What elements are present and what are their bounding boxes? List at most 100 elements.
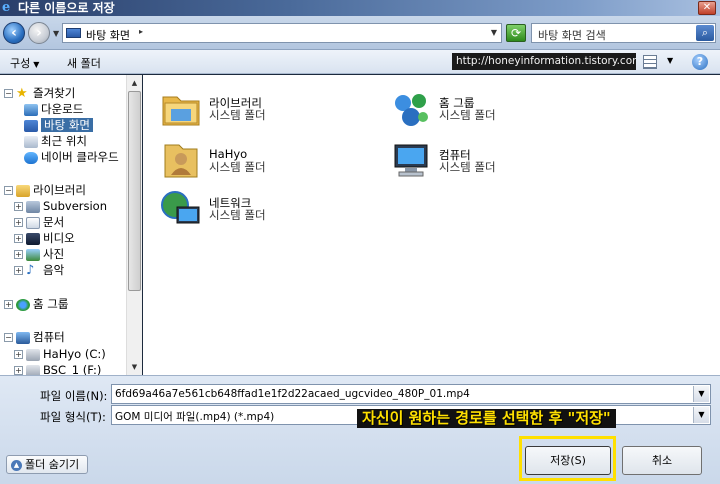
collapse-icon[interactable]: − bbox=[4, 333, 13, 342]
drive-icon bbox=[26, 364, 40, 375]
search-icon[interactable]: ⌕ bbox=[696, 25, 714, 41]
organize-button[interactable]: 구성 ▼ bbox=[10, 55, 39, 71]
nav-drive-f[interactable]: + BSC_1 (F:) bbox=[14, 362, 101, 375]
organize-label: 구성 bbox=[10, 57, 31, 70]
watermark-url: http://honeyinformation.tistory.com bbox=[452, 53, 636, 70]
filename-label: 파일 이름(N): bbox=[40, 389, 108, 403]
filename-field[interactable]: 6fd69a46a7e561cb648ffad1e1f2d22acaed_ugc… bbox=[111, 384, 711, 404]
homegroup-icon bbox=[16, 298, 30, 311]
library-icon bbox=[16, 184, 30, 197]
nav-documents-label: 문서 bbox=[43, 215, 65, 229]
nav-naver-cloud-label: 네이버 클라우드 bbox=[41, 150, 119, 164]
item-type: 시스템 폴더 bbox=[209, 108, 266, 122]
library-icon bbox=[162, 96, 200, 126]
nav-naver-cloud[interactable]: 네이버 클라우드 bbox=[24, 149, 119, 165]
scroll-down-icon[interactable]: ▼ bbox=[128, 360, 141, 374]
nav-homegroup[interactable]: + 홈 그룹 bbox=[4, 296, 68, 312]
desktop-icon bbox=[24, 119, 38, 132]
expand-icon[interactable]: + bbox=[14, 250, 23, 259]
scroll-thumb[interactable] bbox=[128, 91, 141, 291]
chevron-right-icon[interactable]: ▸ bbox=[139, 27, 143, 36]
nav-drive-c-label: HaHyo (C:) bbox=[43, 347, 106, 361]
address-location[interactable]: 바탕 화면 bbox=[86, 27, 130, 43]
nav-subversion[interactable]: + Subversion bbox=[14, 198, 107, 214]
filename-value[interactable]: 6fd69a46a7e561cb648ffad1e1f2d22acaed_ugc… bbox=[115, 388, 470, 400]
expand-icon[interactable]: + bbox=[14, 234, 23, 243]
chevron-down-icon[interactable]: ▼ bbox=[693, 407, 709, 423]
back-button[interactable]: ‹ bbox=[3, 22, 25, 44]
filetype-label: 파일 형식(T): bbox=[40, 410, 106, 424]
close-button[interactable]: ✕ bbox=[698, 1, 716, 15]
network-icon bbox=[161, 191, 200, 224]
search-input[interactable]: 바탕 화면 검색 ⌕ bbox=[531, 23, 716, 43]
hide-folders-label: 폴더 숨기기 bbox=[25, 458, 80, 471]
refresh-button[interactable]: ⟳ bbox=[506, 24, 526, 42]
chevron-down-icon[interactable]: ▼ bbox=[693, 386, 709, 402]
list-item[interactable]: 라이브러리 시스템 폴더 bbox=[159, 87, 369, 135]
nav-recent[interactable]: 최근 위치 bbox=[24, 133, 87, 149]
file-list: 라이브러리 시스템 폴더 홈 그룹 시스템 폴더 HaHyo 시스템 폴더 컴퓨… bbox=[143, 75, 720, 375]
star-icon: ★ bbox=[16, 85, 28, 101]
nav-drive-f-label: BSC_1 (F:) bbox=[43, 363, 102, 375]
address-field[interactable]: 바탕 화면 ▸ ▼ bbox=[62, 23, 502, 43]
chevron-down-icon[interactable]: ▼ bbox=[491, 28, 497, 37]
nav-downloads-label: 다운로드 bbox=[41, 102, 84, 116]
expand-icon[interactable]: + bbox=[14, 202, 23, 211]
new-folder-button[interactable]: 새 폴더 bbox=[67, 55, 101, 71]
nav-libraries[interactable]: − 라이브러리 bbox=[4, 182, 86, 198]
nav-documents[interactable]: + 문서 bbox=[14, 214, 64, 230]
documents-icon bbox=[26, 216, 40, 229]
nav-music[interactable]: + ♪ 음악 bbox=[14, 262, 64, 278]
ie-icon: e bbox=[2, 0, 11, 15]
nav-favorites[interactable]: − ★ 즐겨찾기 bbox=[4, 85, 75, 101]
save-panel: 파일 이름(N): 6fd69a46a7e561cb648ffad1e1f2d2… bbox=[0, 375, 720, 484]
downloads-icon bbox=[24, 103, 38, 116]
nav-favorites-label: 즐겨찾기 bbox=[33, 86, 76, 100]
nav-drive-c[interactable]: + HaHyo (C:) bbox=[14, 346, 106, 362]
nav-desktop[interactable]: 바탕 화면 bbox=[24, 117, 93, 133]
view-icon[interactable] bbox=[643, 55, 657, 69]
subversion-icon bbox=[26, 200, 40, 213]
nav-videos[interactable]: + 비디오 bbox=[14, 230, 75, 246]
recent-places-icon bbox=[24, 135, 38, 148]
list-item[interactable]: HaHyo 시스템 폴더 bbox=[159, 139, 369, 187]
forward-button[interactable]: › bbox=[28, 22, 50, 44]
item-type: 시스템 폴더 bbox=[209, 208, 266, 222]
recent-pages-dropdown[interactable]: ▼ bbox=[53, 29, 59, 38]
nav-pictures-label: 사진 bbox=[43, 247, 65, 261]
list-item[interactable]: 홈 그룹 시스템 폴더 bbox=[389, 87, 599, 135]
collapse-icon[interactable]: − bbox=[4, 186, 13, 195]
pictures-icon bbox=[26, 248, 40, 261]
nav-computer[interactable]: − 컴퓨터 bbox=[4, 329, 65, 345]
nav-desktop-label: 바탕 화면 bbox=[41, 118, 93, 132]
nav-libraries-label: 라이브러리 bbox=[33, 183, 86, 197]
scroll-up-icon[interactable]: ▲ bbox=[128, 76, 141, 90]
cloud-icon bbox=[24, 151, 38, 164]
nav-computer-label: 컴퓨터 bbox=[33, 330, 65, 344]
nav-pictures[interactable]: + 사진 bbox=[14, 246, 64, 262]
view-dropdown[interactable]: ▼ bbox=[667, 56, 673, 65]
nav-downloads[interactable]: 다운로드 bbox=[24, 101, 83, 117]
list-item[interactable]: 네트워크 시스템 폴더 bbox=[159, 187, 369, 235]
expand-icon[interactable]: + bbox=[14, 350, 23, 359]
help-icon[interactable]: ? bbox=[692, 54, 708, 70]
computer-icon bbox=[16, 331, 30, 344]
save-button[interactable]: 저장(S) bbox=[525, 446, 611, 475]
title-bar: e 다른 이름으로 저장 ✕ bbox=[0, 0, 720, 16]
list-item[interactable]: 컴퓨터 시스템 폴더 bbox=[389, 139, 599, 187]
expand-icon[interactable]: + bbox=[14, 266, 23, 275]
nav-recent-label: 최근 위치 bbox=[41, 134, 87, 148]
item-type: 시스템 폴더 bbox=[439, 108, 496, 122]
collapse-icon[interactable]: − bbox=[4, 89, 13, 98]
cancel-button[interactable]: 취소 bbox=[622, 446, 702, 475]
chevron-up-icon: ▲ bbox=[11, 459, 22, 471]
nav-music-label: 음악 bbox=[43, 263, 65, 277]
nav-scrollbar[interactable]: ▲ ▼ bbox=[126, 75, 142, 375]
expand-icon[interactable]: + bbox=[14, 366, 23, 375]
expand-icon[interactable]: + bbox=[4, 300, 13, 309]
search-placeholder[interactable]: 바탕 화면 검색 bbox=[538, 27, 606, 43]
hide-folders-button[interactable]: ▲ 폴더 숨기기 bbox=[6, 455, 88, 474]
music-icon: ♪ bbox=[26, 262, 35, 278]
filetype-value[interactable]: GOM 미디어 파일(.mp4) (*.mp4) bbox=[115, 409, 274, 424]
expand-icon[interactable]: + bbox=[14, 218, 23, 227]
